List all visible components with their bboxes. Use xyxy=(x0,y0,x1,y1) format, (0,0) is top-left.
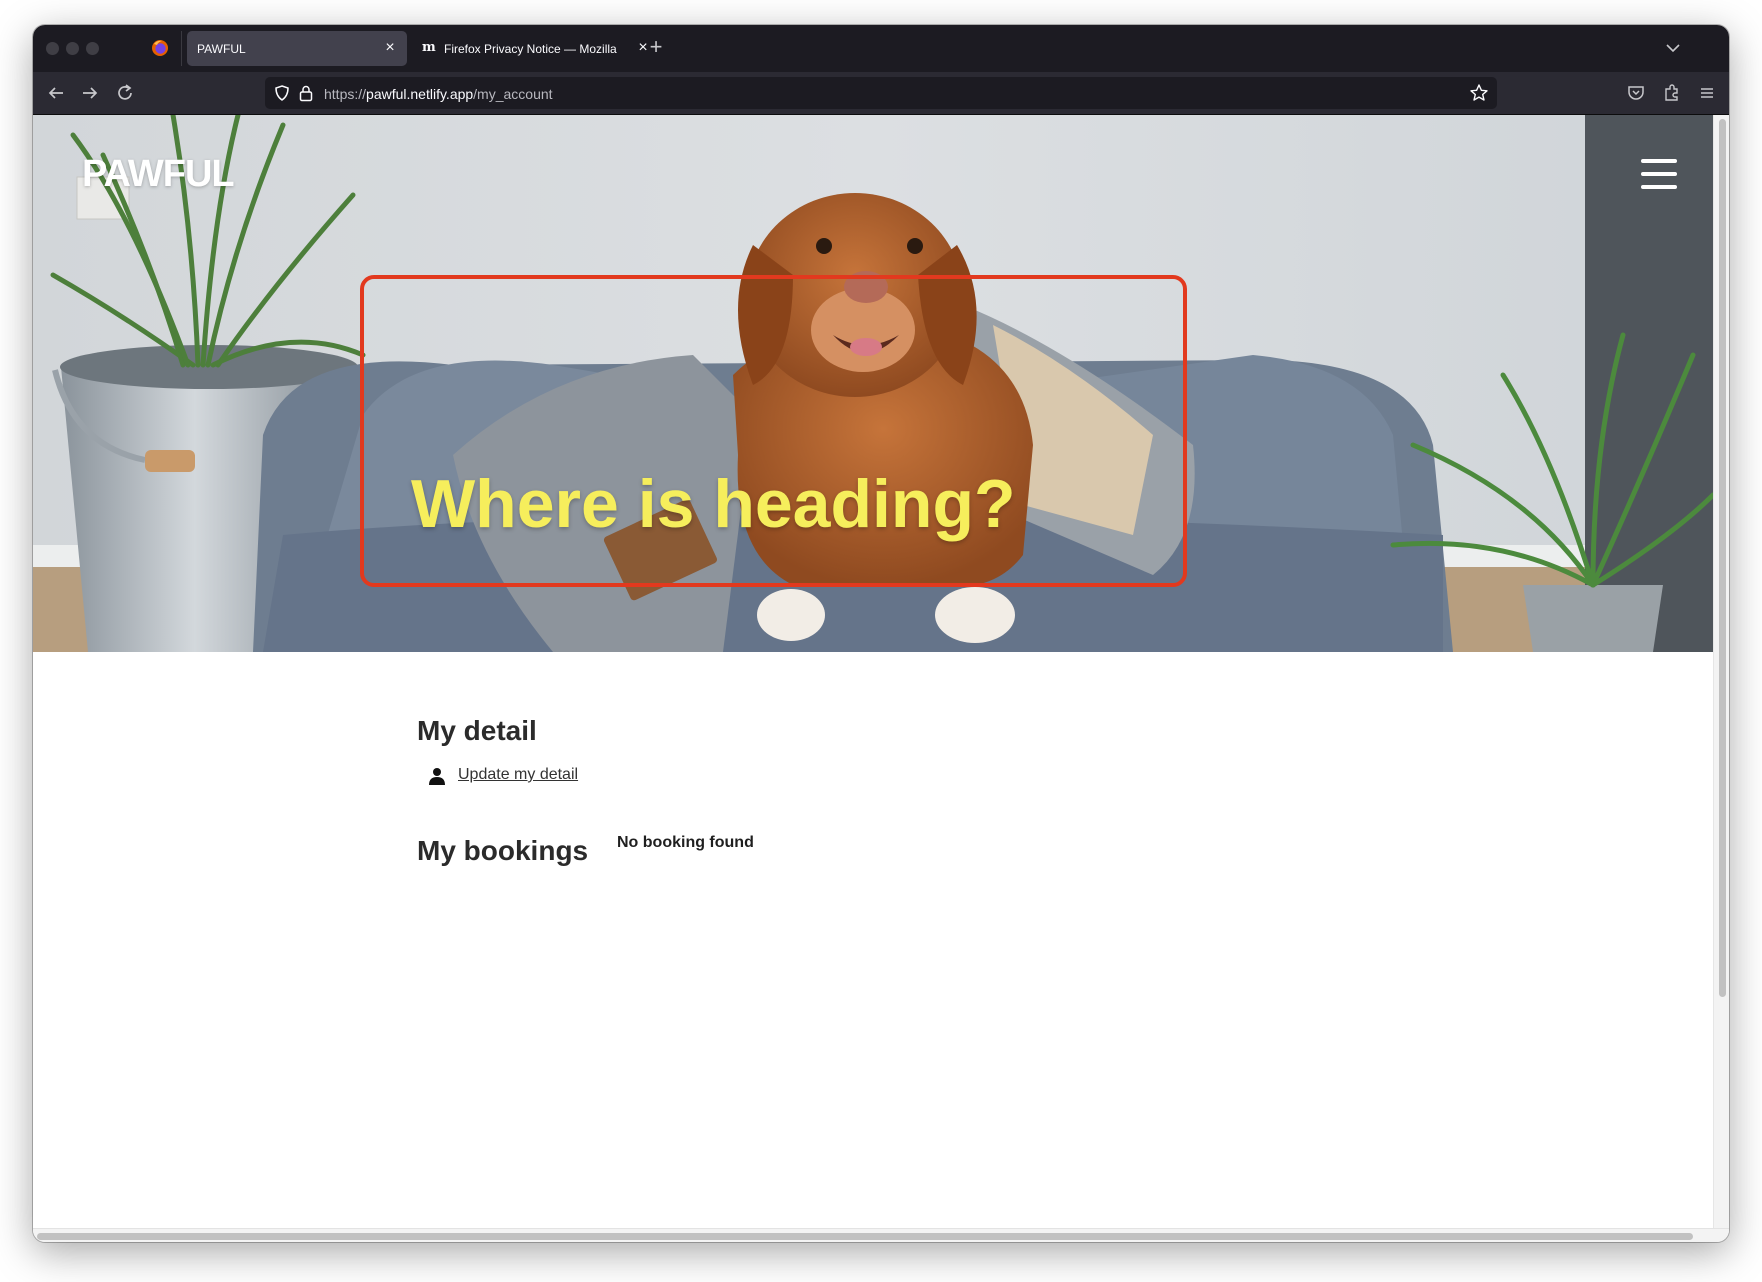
firefox-icon[interactable] xyxy=(151,39,169,57)
forward-arrow-icon[interactable] xyxy=(79,82,101,104)
browser-window: PAWFUL × m Firefox Privacy Notice — Mozi… xyxy=(33,25,1729,1242)
person-icon xyxy=(429,768,445,785)
hamburger-icon[interactable] xyxy=(1641,157,1677,191)
navigation-toolbar: https://pawful.netlify.app/my_account xyxy=(33,72,1729,115)
window-close-dot[interactable] xyxy=(46,42,59,55)
close-icon[interactable]: × xyxy=(381,39,399,57)
reload-icon[interactable] xyxy=(114,82,136,104)
mozilla-icon: m xyxy=(422,40,436,55)
vertical-scrollbar[interactable] xyxy=(1713,115,1729,1228)
window-zoom-dot[interactable] xyxy=(86,42,99,55)
hero-banner: PAWFUL Where is heading? xyxy=(33,115,1713,652)
tab-title: Firefox Privacy Notice — Mozilla xyxy=(444,42,617,56)
tab-title: PAWFUL xyxy=(197,42,246,56)
lock-icon[interactable] xyxy=(298,84,314,102)
update-my-detail-link[interactable]: Update my detail xyxy=(458,766,578,784)
vertical-scrollbar-thumb[interactable] xyxy=(1719,119,1726,997)
star-icon[interactable] xyxy=(1469,83,1489,103)
menu-icon[interactable] xyxy=(1697,83,1717,103)
window-minimize-dot[interactable] xyxy=(66,42,79,55)
extensions-icon[interactable] xyxy=(1662,83,1682,103)
new-tab-icon[interactable]: + xyxy=(644,35,668,59)
horizontal-scrollbar[interactable] xyxy=(33,1228,1729,1242)
pocket-icon[interactable] xyxy=(1626,83,1646,103)
tab-strip: PAWFUL × m Firefox Privacy Notice — Mozi… xyxy=(33,25,1729,72)
url-path: /my_account xyxy=(473,86,553,102)
hero-heading: Where is heading? xyxy=(411,466,1016,542)
url-text[interactable]: https://pawful.netlify.app/my_account xyxy=(324,86,553,102)
shield-icon[interactable] xyxy=(273,84,291,102)
address-bar[interactable]: https://pawful.netlify.app/my_account xyxy=(265,77,1497,109)
my-detail-heading: My detail xyxy=(417,715,537,746)
empty-bookings-message: No booking found xyxy=(617,834,754,851)
url-scheme: https:// xyxy=(324,86,367,102)
horizontal-scrollbar-thumb[interactable] xyxy=(37,1233,1693,1240)
tab-separator xyxy=(181,31,182,66)
tab-list-icon[interactable] xyxy=(1662,37,1684,59)
url-host: pawful.netlify.app xyxy=(366,86,474,102)
site-brand-logo[interactable]: PAWFUL xyxy=(82,153,235,196)
my-bookings-heading: My bookings xyxy=(417,835,589,866)
page-content: PAWFUL Where is heading? My detail Updat… xyxy=(33,115,1713,1228)
tab-privacy-notice[interactable]: m Firefox Privacy Notice — Mozilla × xyxy=(416,31,652,66)
tab-pawful[interactable]: PAWFUL × xyxy=(187,31,407,66)
back-arrow-icon[interactable] xyxy=(45,82,67,104)
